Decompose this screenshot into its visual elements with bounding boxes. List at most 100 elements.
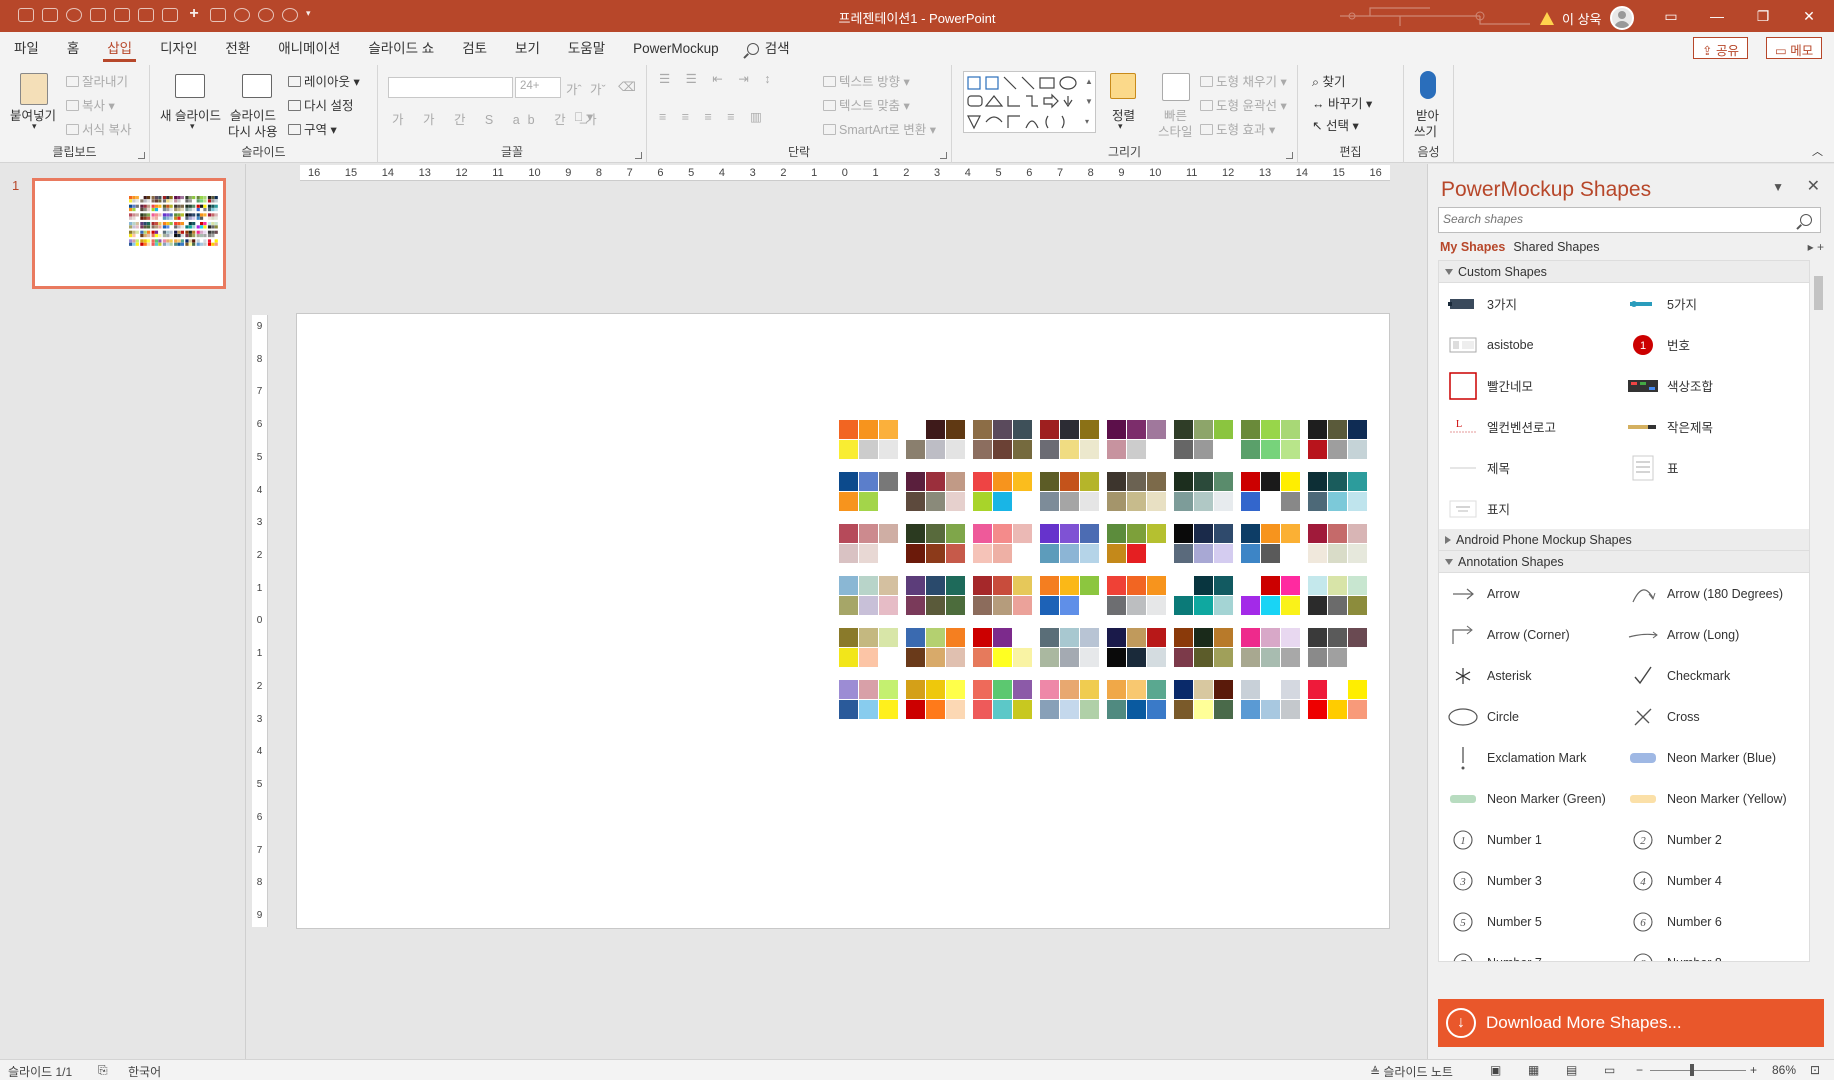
reset-button[interactable]: 다시 설정: [288, 95, 353, 114]
arrange-icon[interactable]: [1110, 73, 1136, 99]
shape-item-cross[interactable]: Cross: [1619, 696, 1799, 737]
shape-item-neon-marker-yellow[interactable]: Neon Marker (Yellow): [1619, 778, 1799, 819]
slide-thumbnail[interactable]: [32, 178, 226, 289]
bullets-qat-icon[interactable]: [90, 8, 106, 22]
tell-me-search[interactable]: 검색: [733, 32, 804, 65]
paste-chevron-down-icon[interactable]: ▾: [32, 121, 37, 132]
font-style-buttons[interactable]: 가 가 간 S ab 간 가: [392, 109, 605, 128]
shrink-font-icon[interactable]: 가ˇ: [590, 79, 606, 98]
language-indicator[interactable]: 한국어: [128, 1063, 161, 1080]
tab-transitions[interactable]: 전환: [211, 32, 264, 65]
tab-design[interactable]: 디자인: [146, 32, 211, 65]
new-slide-chevron-down-icon[interactable]: ▾: [190, 121, 195, 132]
fit-slide-icon[interactable]: ⊡: [1810, 1063, 1820, 1077]
duplicate-qat-icon[interactable]: [42, 8, 58, 22]
shapes-search-input[interactable]: [1439, 208, 1779, 230]
reading-view-icon[interactable]: ▤: [1566, 1063, 1577, 1077]
layout-button[interactable]: 레이아웃 ▾: [288, 71, 360, 90]
shape-item-number-4[interactable]: 4 Number 4: [1619, 860, 1799, 901]
shapes-gallery[interactable]: ▲ ▼ ▾: [963, 71, 1096, 133]
zoom-out-icon[interactable]: −: [1636, 1063, 1643, 1077]
normal-view-icon[interactable]: ▣: [1490, 1063, 1501, 1077]
collapse-ribbon-chevron-up-icon[interactable]: ︿: [1812, 143, 1823, 159]
shape-item-작은제목[interactable]: 작은제목: [1619, 406, 1799, 447]
zoom-in-icon[interactable]: +: [1750, 1063, 1757, 1077]
table-qat-icon[interactable]: [138, 8, 154, 22]
select-button[interactable]: ↖ 선택 ▾: [1312, 115, 1359, 134]
cut-button[interactable]: 잘라내기: [66, 71, 128, 90]
slideshow-view-icon[interactable]: ▭: [1604, 1063, 1615, 1077]
replace-button[interactable]: ↔ 바꾸기 ▾: [1312, 93, 1372, 112]
shape-item-5가지[interactable]: 5가지: [1619, 283, 1799, 324]
comments-button[interactable]: ▭ 메모: [1766, 37, 1823, 59]
new-slide-qat-icon[interactable]: [18, 8, 34, 22]
text-direction-button[interactable]: 텍스트 방향 ▾: [823, 71, 910, 90]
search-icon[interactable]: [1800, 214, 1812, 226]
copy-button[interactable]: 복사 ▾: [66, 95, 115, 114]
shape-fill-button[interactable]: 도형 채우기 ▾: [1200, 71, 1287, 90]
ribbon-display-options-icon[interactable]: ▭: [1648, 0, 1694, 32]
merge-qat-icon[interactable]: [210, 8, 226, 22]
list-buttons[interactable]: ☰ ☰ ⇤ ⇥ ↕: [659, 71, 777, 86]
tab-help[interactable]: 도움말: [554, 32, 619, 65]
shape-effects-button[interactable]: 도형 효과 ▾: [1200, 119, 1275, 138]
tab-slideshow[interactable]: 슬라이드 쇼: [354, 32, 448, 65]
zoom-slider[interactable]: [1650, 1070, 1746, 1071]
zoom-level[interactable]: 86%: [1772, 1063, 1796, 1077]
drawing-launcher-icon[interactable]: [1286, 152, 1293, 159]
clipboard-launcher-icon[interactable]: [138, 152, 145, 159]
paragraph-launcher-icon[interactable]: [940, 152, 947, 159]
tab-insert[interactable]: 삽입: [93, 32, 147, 65]
arrange-button[interactable]: 정렬: [1112, 105, 1135, 124]
tab-view[interactable]: 보기: [501, 32, 554, 65]
shape-qat-icon[interactable]: [66, 8, 82, 22]
shape-outline-button[interactable]: 도형 윤곽선 ▾: [1200, 95, 1287, 114]
add-icon[interactable]: +: [1817, 240, 1824, 254]
grow-font-icon[interactable]: 가ˆ: [566, 79, 582, 98]
section-android-shapes[interactable]: Android Phone Mockup Shapes: [1439, 529, 1809, 551]
shape-item-asistobe[interactable]: asistobe: [1439, 324, 1619, 365]
download-more-shapes-button[interactable]: ↓ Download More Shapes...: [1438, 999, 1824, 1047]
restore-icon[interactable]: ❐: [1740, 0, 1786, 32]
section-annotation-shapes[interactable]: Annotation Shapes: [1439, 551, 1809, 573]
shape-list-scrollbar[interactable]: [1812, 260, 1824, 962]
fill-qat-icon[interactable]: [234, 8, 250, 22]
shape-item-arrow[interactable]: Arrow: [1439, 573, 1619, 614]
tab-animations[interactable]: 애니메이션: [264, 32, 354, 65]
shape-item-arrow-180-degrees[interactable]: Arrow (180 Degrees): [1619, 573, 1799, 614]
tab-shared-shapes[interactable]: Shared Shapes: [1513, 240, 1599, 254]
shape-item-number-7[interactable]: 7 Number 7: [1439, 942, 1619, 961]
pane-close-icon[interactable]: ✕: [1807, 176, 1820, 196]
shape-item-3가지[interactable]: 3가지: [1439, 283, 1619, 324]
section-button[interactable]: 구역 ▾: [288, 119, 337, 138]
shape-item-number-5[interactable]: 5 Number 5: [1439, 901, 1619, 942]
align-text-button[interactable]: 텍스트 맞춤 ▾: [823, 95, 910, 114]
shape-item-number-6[interactable]: 6 Number 6: [1619, 901, 1799, 942]
reuse-slides-icon[interactable]: [242, 74, 272, 98]
account-area[interactable]: 이 상욱: [1540, 6, 1634, 30]
next-arrow-icon[interactable]: ▸: [1808, 240, 1814, 254]
close-icon[interactable]: ✕: [1786, 0, 1832, 32]
tab-powermockup[interactable]: PowerMockup: [619, 32, 733, 65]
quick-styles-icon[interactable]: [1162, 73, 1190, 101]
tab-file[interactable]: 파일: [0, 32, 53, 65]
shape-item-arrow-long[interactable]: Arrow (Long): [1619, 614, 1799, 655]
dictate-line2[interactable]: 쓰기: [1414, 121, 1437, 140]
share-button[interactable]: ⇪ 공유: [1693, 37, 1748, 59]
pane-options-chevron-down-icon[interactable]: ▼: [1772, 180, 1784, 194]
shape-item-number-8[interactable]: 8 Number 8: [1619, 942, 1799, 961]
add-qat-icon[interactable]: +: [186, 6, 202, 22]
shape-item-circle[interactable]: Circle: [1439, 696, 1619, 737]
customize-qat-chevron-icon[interactable]: ▾: [306, 8, 314, 22]
numbering-qat-icon[interactable]: [114, 8, 130, 22]
paste-icon[interactable]: [20, 73, 48, 105]
font-name-combo[interactable]: [388, 77, 513, 98]
format-painter-button[interactable]: 서식 복사: [66, 119, 131, 138]
shape-item-number-3[interactable]: 3 Number 3: [1439, 860, 1619, 901]
quick-styles-line2[interactable]: 스타일: [1158, 121, 1193, 140]
shape-item-neon-marker-green[interactable]: Neon Marker (Green): [1439, 778, 1619, 819]
zoom-slider-thumb[interactable]: [1690, 1064, 1694, 1076]
new-slide-icon[interactable]: [175, 74, 205, 98]
slide-sorter-icon[interactable]: ▦: [1528, 1063, 1539, 1077]
tab-review[interactable]: 검토: [448, 32, 501, 65]
